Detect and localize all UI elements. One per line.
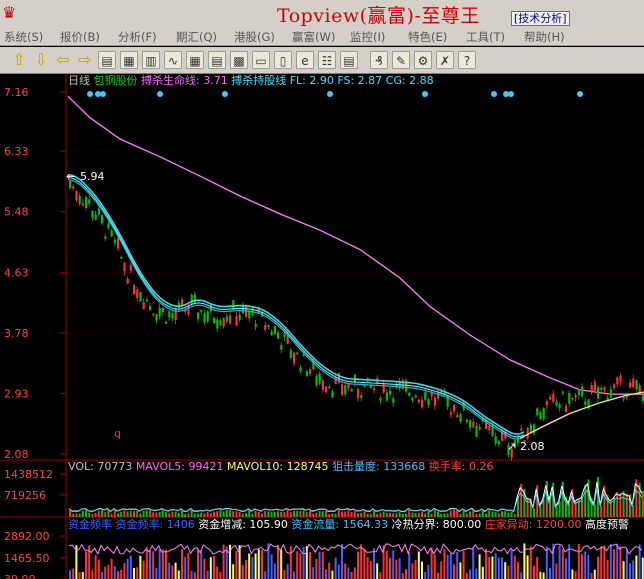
- list-icon[interactable]: ▤: [340, 51, 358, 69]
- fund-header-item-4: 冷热分界: 800.00: [392, 518, 485, 531]
- y-tick-2: 5.48: [4, 206, 29, 219]
- fund-header-item-6: 高度预警: [585, 517, 629, 531]
- main-chart-header: 日线 包钢股份 搏杀生命线: 3.71 搏杀持股线 FL: 2.90 FS: 2…: [68, 74, 434, 87]
- crown-logo-icon: ♛: [2, 3, 17, 22]
- menu-item-6[interactable]: 监控(I): [350, 29, 385, 45]
- candle-icon[interactable]: ▥: [142, 51, 160, 69]
- tool-icon[interactable]: ⚙: [414, 51, 432, 69]
- fund-header-item-5: 庄家异动: 1200.00: [485, 517, 585, 531]
- menu-item-0[interactable]: 系统(S): [4, 29, 43, 45]
- high-price-label: 5.94: [80, 170, 105, 183]
- main-header-item-3: FS: 2.87: [337, 74, 385, 87]
- fund-header-item-1: 资金频率: 1406: [116, 517, 199, 531]
- toolbar: ⇧ ⇩ ⇦ ⇨ ▤ ▦ ▥ ∿ ▦ ▤ ▩ ▭ ▯ e ☷ ▤ ₰ ✎ ⚙ ✗?: [0, 47, 644, 74]
- vol-header-item-4: 换手率: 0.26: [429, 459, 494, 473]
- y-tick-3: 4.63: [4, 266, 29, 279]
- arrow-down-icon[interactable]: ⇩: [32, 51, 50, 69]
- bar-chart-icon[interactable]: ▦: [120, 51, 138, 69]
- fund-y-tick-2: 39.00: [4, 573, 36, 579]
- fund-header: 资金频率 资金频率: 1406 资金增减: 105.90 资金流量: 1564.…: [68, 517, 629, 531]
- kline-chart[interactable]: 日线 包钢股份 搏杀生命线: 3.71 搏杀持股线 FL: 2.90 FS: 2…: [0, 74, 644, 579]
- vol-y-tick-0: 1438512: [4, 468, 53, 481]
- menu-item-3[interactable]: 期汇(Q): [176, 29, 217, 45]
- fund-y-tick-1: 1465.50: [4, 552, 50, 565]
- main-header-item-2: FL: 2.90: [290, 74, 338, 87]
- arrow-up-icon[interactable]: ⇧: [10, 51, 28, 69]
- signal-icon[interactable]: ✗: [436, 51, 454, 69]
- menu-item-4[interactable]: 港股(G): [234, 29, 275, 45]
- grid-icon[interactable]: ▦: [186, 51, 204, 69]
- vol-header-item-1: MAVOL5: 99421: [136, 460, 227, 473]
- contacts-icon[interactable]: ☷: [318, 51, 336, 69]
- window-icon[interactable]: ▭: [252, 51, 270, 69]
- fund-header-item-0: 资金频率: [68, 517, 116, 531]
- y-tick-4: 3.78: [4, 327, 29, 340]
- mode-tag[interactable]: [技术分析]: [511, 11, 570, 26]
- fund-y-tick-0: 2892.00: [4, 530, 50, 543]
- menu-item-2[interactable]: 分析(F): [118, 29, 157, 45]
- vol-header-item-3: 狙击量度: 133668: [332, 459, 429, 473]
- menu-item-7[interactable]: 特色(E): [408, 29, 447, 45]
- line-icon[interactable]: ∿: [164, 51, 182, 69]
- low-arrow-icon: ↗: [507, 440, 516, 453]
- main-header-item-1: 搏杀持股线: [231, 74, 290, 87]
- volume-header: VOL: 70773 MAVOL5: 99421 MAVOL10: 128745…: [68, 459, 493, 473]
- money-bag-icon[interactable]: ₰: [370, 51, 388, 69]
- menu-item-1[interactable]: 报价(B): [60, 29, 100, 45]
- cursor-help-icon[interactable]: ?: [458, 51, 476, 69]
- y-tick-6: 2.08: [4, 448, 29, 461]
- y-tick-5: 2.93: [4, 387, 29, 400]
- menu-item-8[interactable]: 工具(T): [466, 29, 505, 45]
- main-header-item-0: 搏杀生命线: 3.71: [141, 74, 231, 87]
- menu-bar: 系统(S) 报价(B) 分析(F) 期汇(Q) 港股(G) 赢富(W) 监控(I) 特色(E)…: [0, 28, 644, 46]
- email-icon[interactable]: e: [296, 51, 314, 69]
- menu-item-5[interactable]: 赢富(W): [292, 29, 335, 45]
- y-tick-1: 6.33: [4, 145, 29, 158]
- y-tick-0: 7.16: [4, 86, 29, 99]
- marker-q: q: [114, 427, 121, 440]
- vol-y-tick-1: 719256: [4, 489, 46, 502]
- document-icon[interactable]: ▯: [274, 51, 292, 69]
- low-price-label: 2.08: [520, 440, 545, 453]
- vol-header-item-2: MAVOL10: 128745: [227, 460, 332, 473]
- notebook-icon[interactable]: ▤: [98, 51, 116, 69]
- table-icon[interactable]: ▤: [208, 51, 226, 69]
- pencil-icon[interactable]: ✎: [392, 51, 410, 69]
- fund-header-item-3: 资金流量: 1564.33: [291, 517, 391, 531]
- fund-header-item-2: 资金增减: 105.90: [198, 517, 291, 531]
- arrow-right-icon[interactable]: ⇨: [76, 51, 94, 69]
- arrow-left-icon[interactable]: ⇦: [54, 51, 72, 69]
- high-arrow-icon: ←: [66, 170, 75, 183]
- title-bar: ♛ Topview(赢富)-至尊王 [技术分析]: [0, 0, 644, 28]
- stock-name: 包钢股份: [94, 74, 142, 87]
- chart-area[interactable]: 日线 包钢股份 搏杀生命线: 3.71 搏杀持股线 FL: 2.90 FS: 2…: [0, 74, 644, 579]
- app-window: ♛ Topview(赢富)-至尊王 [技术分析] 系统(S) 报价(B) 分析(F)…: [0, 0, 644, 579]
- main-header-item-4: CG: 2.88: [386, 74, 434, 87]
- menu-item-9[interactable]: 帮助(H): [524, 29, 565, 45]
- chart-icon[interactable]: ▩: [230, 51, 248, 69]
- app-brand: Topview(赢富)-至尊王: [277, 5, 480, 27]
- vol-header-item-0: VOL: 70773: [68, 460, 136, 473]
- period-label: 日线: [68, 74, 94, 87]
